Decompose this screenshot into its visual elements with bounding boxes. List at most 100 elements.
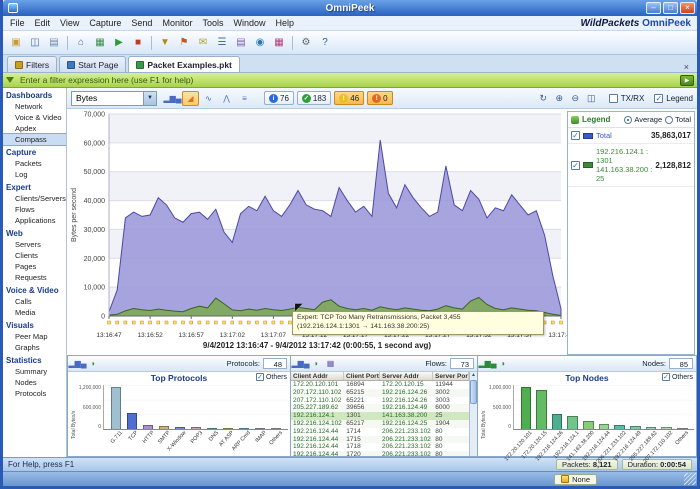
resize-grip[interactable] [684, 473, 696, 485]
sidebar-item-peer-map[interactable]: Peer Map [3, 331, 66, 342]
log-icon[interactable]: ▤ [232, 34, 250, 52]
sidebar-item-packets[interactable]: Packets [3, 158, 66, 169]
protocols-bar-chart-icon[interactable]: ▂▆▄ [71, 357, 84, 370]
info-events-counter[interactable]: i76 [264, 91, 294, 105]
menu-send[interactable]: Send [126, 18, 157, 28]
total-radio[interactable]: Total [665, 115, 691, 124]
flows-column-client-addr[interactable]: Client Addr [291, 372, 344, 380]
bar-192-216-124-44[interactable]: 192.216.124.44 [596, 385, 612, 429]
bar-192-216-124-49[interactable]: 192.216.124.49 [627, 385, 643, 429]
sidebar-item-log[interactable]: Log [3, 169, 66, 180]
bar-smtp[interactable]: SMTP [156, 385, 172, 429]
bar-tcp[interactable]: TCP [124, 385, 140, 429]
menu-view[interactable]: View [55, 18, 84, 28]
flow-row[interactable]: 192.216.124.441718206.221.233.10280 [291, 443, 469, 451]
sidebar-item-network[interactable]: Network [3, 101, 66, 112]
txrx-checkbox[interactable]: TX/RX [609, 94, 645, 103]
bar-others[interactable]: Others [268, 385, 284, 429]
bar-192-216-124-26[interactable]: 192.216.124.26 [549, 385, 565, 429]
sidebar-item-applications[interactable]: Applications [3, 215, 66, 226]
menu-edit[interactable]: Edit [30, 18, 56, 28]
flows-table-icon[interactable]: ▦ [324, 357, 337, 370]
units-select[interactable]: Bytes ▼ [71, 91, 157, 106]
error-events-counter[interactable]: !0 [367, 91, 392, 105]
start-capture-icon[interactable]: ▶ [110, 34, 128, 52]
flow-row[interactable]: 205.227.189.6239656192.216.124.496000 [291, 404, 469, 412]
flow-row[interactable]: 192.216.124.441720206.221.233.10280 [291, 451, 469, 456]
sidebar-item-compass[interactable]: Compass [3, 134, 66, 145]
protocols-pie-chart-icon[interactable]: ◑ [86, 357, 99, 370]
peer-map-icon[interactable]: ◉ [251, 34, 269, 52]
line-chart-button[interactable]: ∿ [200, 91, 217, 106]
flows-bar-chart-icon[interactable]: ▂▆▄ [294, 357, 307, 370]
nodes-bar-chart[interactable]: Total Bytes/s1,000,000500,0000172.20.120… [478, 384, 696, 456]
menu-help[interactable]: Help [271, 18, 300, 28]
sidebar-item-pages[interactable]: Pages [3, 261, 66, 272]
close-tab-icon[interactable]: × [680, 62, 693, 72]
legend-row-checkbox[interactable]: ✓ [571, 131, 580, 140]
compass-timeline-chart[interactable]: 010,00020,00030,00040,00050,00060,00070,… [67, 109, 567, 341]
sidebar-item-summary[interactable]: Summary [3, 366, 66, 377]
sidebar-item-requests[interactable]: Requests [3, 272, 66, 283]
sidebar-item-calls[interactable]: Calls [3, 296, 66, 307]
print-icon[interactable]: ▤ [45, 34, 63, 52]
options-icon[interactable]: ⚙ [297, 34, 315, 52]
warn-events-counter[interactable]: !46 [334, 91, 364, 105]
flow-row[interactable]: 192.216.124.441715206.221.233.10280 [291, 436, 469, 444]
protocols-bar-chart[interactable]: Total Bytes/s1,200,000600,0000G.711TCPHT… [68, 384, 290, 456]
tab-filters[interactable]: Filters [7, 56, 57, 72]
bar-pop3[interactable]: POP3 [188, 385, 204, 429]
average-radio[interactable]: Average [624, 115, 662, 124]
close-button[interactable]: × [680, 2, 695, 14]
flows-scrollbar[interactable]: ▲ [469, 372, 477, 456]
sidebar-item-media[interactable]: Media [3, 307, 66, 318]
protocols-others-checkbox[interactable]: ✓ Others [256, 373, 287, 381]
sidebar-item-clients[interactable]: Clients [3, 250, 66, 261]
filter-expression-input[interactable] [18, 74, 676, 86]
sidebar-item-voice-video[interactable]: Voice & Video [3, 112, 66, 123]
notifications-icon[interactable]: ✉ [194, 34, 212, 52]
flow-row[interactable]: 207.172.110.10265215192.216.124.263002 [291, 389, 469, 397]
apply-filter-button[interactable]: ▶ [680, 75, 694, 86]
sidebar-item-apdex[interactable]: Apdex [3, 123, 66, 134]
legend-row-total[interactable]: ✓Total35,863,017 [568, 128, 694, 144]
tab-start-page[interactable]: Start Page [59, 56, 126, 72]
nodes-pie-chart-icon[interactable]: ◑ [496, 357, 509, 370]
bar-207-172-110-102[interactable]: 207.172.110.102 [659, 385, 675, 429]
bar-g-711[interactable]: G.711 [108, 385, 124, 429]
bar-at-asp[interactable]: AT ASP [220, 385, 236, 429]
flow-row[interactable]: 172.20.120.10116894172.20.120.1511944 [291, 381, 469, 389]
flows-column-client-port[interactable]: Client Port [344, 372, 380, 380]
flows-column-server-addr[interactable]: Server Addr [380, 372, 433, 380]
bars-chart-button[interactable]: ▂▆▄ [164, 91, 181, 106]
tab-packet-examples-pkt[interactable]: Packet Examples.pkt [128, 56, 240, 72]
maximize-button[interactable]: □ [663, 2, 678, 14]
sidebar-item-graphs[interactable]: Graphs [3, 342, 66, 353]
minimize-button[interactable]: – [646, 2, 661, 14]
bar-imap[interactable]: IMAP [252, 385, 268, 429]
nodes-others-checkbox[interactable]: ✓ Others [662, 373, 693, 381]
flow-row[interactable]: 192.216.124.11301141.163.38.20025 [291, 412, 469, 420]
bar-192-216-124-1[interactable]: 192.216.124.1 [565, 385, 581, 429]
sidebar-item-clients-servers[interactable]: Clients/Servers [3, 193, 66, 204]
filters-icon[interactable]: ▼ [156, 34, 174, 52]
snapshot-icon[interactable]: ◫ [584, 91, 599, 106]
flows-pie-chart-icon[interactable]: ◑ [309, 357, 322, 370]
menu-capture[interactable]: Capture [84, 18, 126, 28]
sidebar-item-nodes[interactable]: Nodes [3, 377, 66, 388]
start-page-icon[interactable]: ⌂ [72, 34, 90, 52]
menu-file[interactable]: File [5, 18, 30, 28]
flow-row[interactable]: 192.216.124.441714206.221.233.10280 [291, 428, 469, 436]
new-capture-icon[interactable]: ▦ [91, 34, 109, 52]
zoom-out-icon[interactable]: ⊖ [568, 91, 583, 106]
nodes-bar-chart-icon[interactable]: ▂▆▄ [481, 357, 494, 370]
save-icon[interactable]: ◫ [26, 34, 44, 52]
refresh-icon[interactable]: ↻ [536, 91, 551, 106]
zoom-in-icon[interactable]: ⊕ [552, 91, 567, 106]
bar-x-window[interactable]: X-Window [172, 385, 188, 429]
bar-others[interactable]: Others [674, 385, 690, 429]
bar-205-227-189-62[interactable]: 205.227.189.62 [643, 385, 659, 429]
flow-row[interactable]: 207.172.110.10265221192.216.124.263003 [291, 397, 469, 405]
sidebar-item-flows[interactable]: Flows [3, 204, 66, 215]
open-file-icon[interactable]: ▣ [7, 34, 25, 52]
